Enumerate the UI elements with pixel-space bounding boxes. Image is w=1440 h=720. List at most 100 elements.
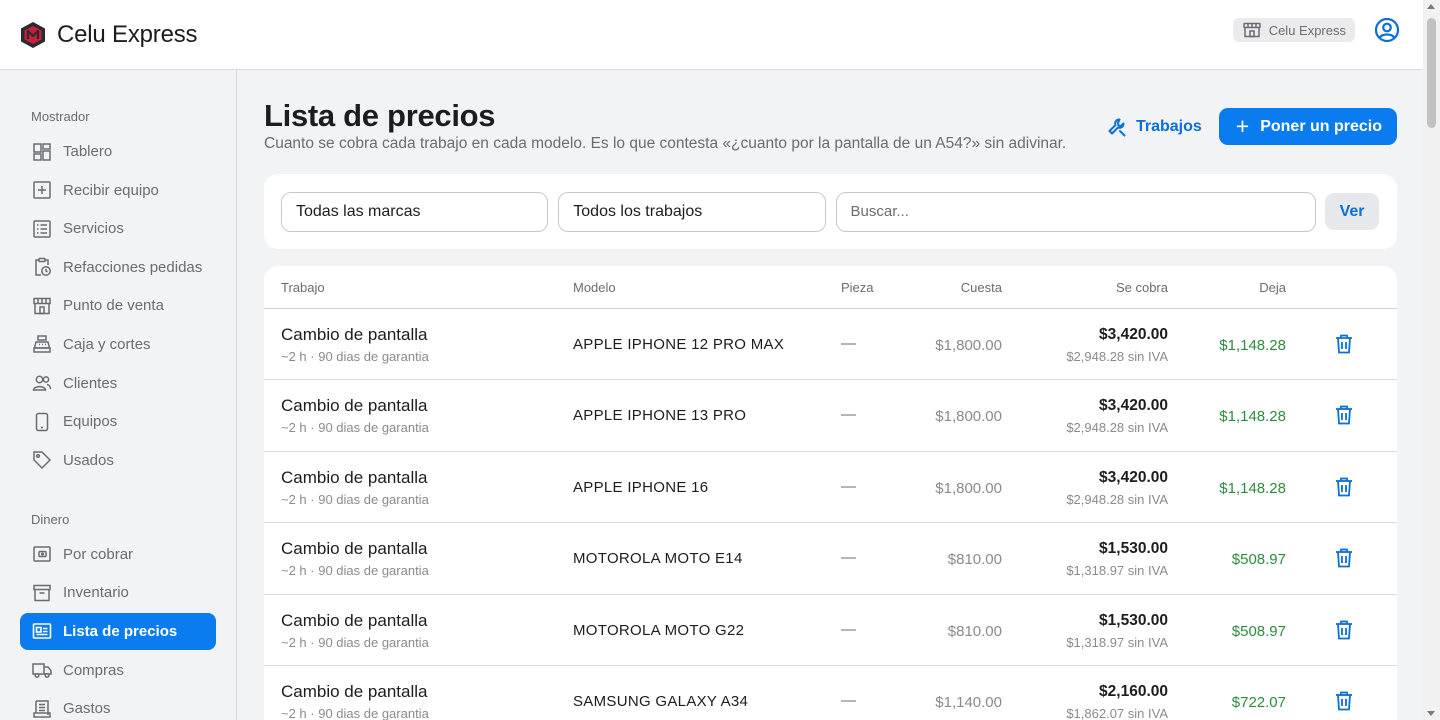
- brand[interactable]: Celu Express: [20, 20, 198, 49]
- column-header-part: Pieza: [841, 280, 874, 295]
- trash-icon[interactable]: [1335, 405, 1353, 425]
- table-row[interactable]: Cambio de pantalla ~2 h · 90 dias de gar…: [264, 380, 1397, 452]
- sidebar-item-gastos[interactable]: Gastos: [20, 690, 216, 720]
- cost-value: $1,800.00: [935, 408, 1002, 426]
- sidebar-item-label: Gastos: [63, 700, 111, 718]
- cost-value: $1,140.00: [935, 693, 1002, 711]
- truck-icon: [32, 663, 52, 679]
- sidebar-item-label: Lista de precios: [63, 622, 178, 640]
- sidebar-item-compras[interactable]: Compras: [20, 652, 216, 689]
- page-title: Lista de precios: [264, 98, 496, 133]
- filter-bar: Todas las marcas Todos los trabajos Ver: [264, 174, 1397, 249]
- job-filter-value: Todos los trabajos: [573, 202, 703, 220]
- sidebar-item-clientes[interactable]: Clientes: [20, 365, 216, 402]
- wrench-icon: [1108, 118, 1126, 136]
- table-header-row: Trabajo Modelo Pieza Cuesta Se cobra Dej…: [264, 266, 1397, 309]
- job-name: Cambio de pantalla: [281, 467, 428, 487]
- job-name: Cambio de pantalla: [281, 325, 428, 344]
- nav-section-dinero: Dinero: [31, 511, 70, 527]
- trash-icon[interactable]: [1335, 477, 1353, 497]
- page-scrollbar[interactable]: [1423, 0, 1440, 720]
- job-meta: ~2 h · 90 dias de garantia: [281, 349, 429, 364]
- sidebar-item-inventario[interactable]: Inventario: [20, 574, 216, 611]
- job-name: Cambio de pantalla: [281, 539, 428, 559]
- cash-register-icon: [33, 335, 51, 354]
- cost-value: $810.00: [947, 622, 1002, 640]
- price-list-icon: [32, 623, 52, 640]
- table-row[interactable]: Cambio de pantalla ~2 h · 90 dias de gar…: [264, 309, 1397, 381]
- table-row[interactable]: Cambio de pantalla ~2 h · 90 dias de gar…: [264, 666, 1397, 720]
- scroll-down-arrow-icon[interactable]: [1427, 711, 1435, 716]
- profit-value: $722.07: [1231, 693, 1286, 711]
- sidebar-item-refacciones-pedidas[interactable]: Refacciones pedidas: [20, 249, 216, 286]
- sidebar-item-label: Clientes: [63, 374, 118, 392]
- store-selector[interactable]: Celu Express: [1232, 18, 1355, 42]
- model-name: APPLE IPHONE 16: [573, 478, 709, 496]
- trash-icon[interactable]: [1335, 691, 1353, 711]
- job-meta: ~2 h · 90 dias de garantia: [281, 634, 429, 650]
- trash-icon[interactable]: [1335, 334, 1353, 354]
- trabajos-button[interactable]: Trabajos: [1107, 117, 1202, 137]
- scrollbar-thumb[interactable]: [1427, 18, 1436, 128]
- main-content: Lista de precios Cuanto se cobra cada tr…: [237, 70, 1423, 720]
- sidebar-item-caja-y-cortes[interactable]: Caja y cortes: [20, 326, 216, 363]
- sidebar-item-punto-de-venta[interactable]: Punto de venta: [20, 287, 216, 324]
- price-value: $2,160.00: [1099, 682, 1168, 700]
- job-filter-select[interactable]: Todos los trabajos: [558, 191, 826, 232]
- profit-value: $1,148.28: [1219, 479, 1286, 497]
- sidebar-item-label: Caja y cortes: [63, 335, 151, 353]
- trash-icon[interactable]: [1335, 548, 1353, 568]
- sidebar-item-label: Recibir equipo: [63, 181, 159, 199]
- job-meta: ~2 h · 90 dias de garantia: [281, 705, 429, 720]
- sidebar-item-label: Por cobrar: [63, 545, 134, 563]
- job-meta: ~2 h · 90 dias de garantia: [281, 563, 429, 579]
- add-price-button[interactable]: + Poner un precio: [1218, 108, 1397, 145]
- price-value: $3,420.00: [1099, 397, 1168, 415]
- tag-icon: [33, 451, 52, 470]
- table-row[interactable]: Cambio de pantalla ~2 h · 90 dias de gar…: [264, 595, 1397, 666]
- wallet-icon: [33, 546, 51, 562]
- ver-button[interactable]: Ver: [1325, 193, 1379, 230]
- sidebar-item-por-cobrar[interactable]: Por cobrar: [20, 536, 216, 573]
- price-net-value: $2,948.28 sin IVA: [1066, 349, 1168, 364]
- sidebar-item-servicios[interactable]: Servicios: [20, 210, 216, 247]
- trabajos-label: Trabajos: [1135, 117, 1202, 135]
- plus-square-icon: [33, 181, 51, 199]
- user-account-button[interactable]: [1373, 16, 1401, 44]
- page-header: Lista de precios Cuanto se cobra cada tr…: [264, 70, 1397, 174]
- sidebar-item-label: Tablero: [63, 143, 113, 160]
- store-icon: [33, 297, 51, 315]
- brand-name: Celu Express: [57, 20, 198, 48]
- page-subtitle: Cuanto se cobra cada trabajo en cada mod…: [264, 135, 1067, 152]
- scroll-up-arrow-icon[interactable]: [1427, 4, 1435, 9]
- dashboard-icon: [33, 142, 51, 161]
- table-row[interactable]: Cambio de pantalla ~2 h · 90 dias de gar…: [264, 523, 1397, 595]
- plus-icon: +: [1235, 113, 1250, 139]
- profit-value: $508.97: [1231, 622, 1286, 640]
- search-input[interactable]: [835, 191, 1317, 232]
- sidebar-item-recibir-equipo[interactable]: Recibir equipo: [20, 172, 216, 209]
- receipt-icon: [33, 699, 51, 718]
- trash-icon[interactable]: [1335, 620, 1353, 640]
- sidebar-item-lista-de-precios[interactable]: Lista de precios: [20, 612, 216, 650]
- sidebar-item-equipos[interactable]: Equipos: [20, 403, 216, 440]
- sidebar-item-label: Refacciones pedidas: [63, 258, 203, 276]
- nav-section-mostrador: Mostrador: [31, 109, 90, 124]
- column-header-profit: Deja: [1259, 280, 1286, 295]
- clipboard-clock-icon: [35, 258, 51, 277]
- price-net-value: $1,862.07 sin IVA: [1066, 705, 1168, 720]
- price-net-value: $2,948.28 sin IVA: [1066, 420, 1168, 436]
- profit-value: $1,148.28: [1219, 408, 1286, 426]
- sidebar-item-tablero[interactable]: Tablero: [20, 133, 216, 170]
- column-header-cost: Cuesta: [960, 280, 1002, 295]
- brand-filter-value: Todas las marcas: [296, 202, 421, 220]
- sidebar-item-usados[interactable]: Usados: [20, 442, 216, 479]
- table-row[interactable]: Cambio de pantalla ~2 h · 90 dias de gar…: [264, 452, 1397, 524]
- price-value: $3,420.00: [1099, 468, 1168, 486]
- brand-filter-select[interactable]: Todas las marcas: [281, 191, 549, 232]
- job-meta: ~2 h · 90 dias de garantia: [281, 491, 429, 507]
- store-name: Celu Express: [1268, 22, 1346, 38]
- price-net-value: $1,318.97 sin IVA: [1066, 563, 1168, 579]
- cost-value: $1,800.00: [935, 479, 1002, 497]
- model-name: MOTOROLA MOTO G22: [573, 621, 745, 639]
